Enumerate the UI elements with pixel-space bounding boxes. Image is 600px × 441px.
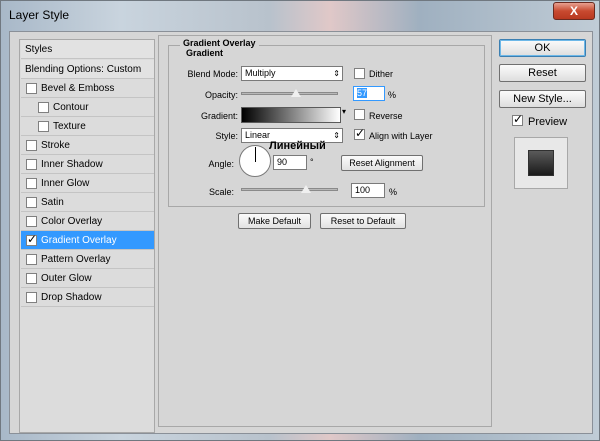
styles-list: Styles Blending Options: Custom Bevel & … bbox=[19, 39, 155, 433]
new-style-button[interactable]: New Style... bbox=[499, 90, 586, 108]
gradient-subtitle: Gradient bbox=[186, 48, 224, 58]
style-label: Style: bbox=[215, 131, 238, 141]
style-item-color-overlay[interactable]: Color Overlay bbox=[21, 212, 154, 231]
style-item-stroke[interactable]: Stroke bbox=[21, 136, 154, 155]
opacity-slider-track[interactable] bbox=[241, 92, 338, 95]
preview-checkbox[interactable] bbox=[512, 112, 523, 126]
style-item-checkbox[interactable] bbox=[26, 178, 37, 189]
make-default-button[interactable]: Make Default bbox=[238, 213, 311, 229]
style-item-label: Inner Glow bbox=[41, 178, 90, 189]
opacity-label: Opacity: bbox=[204, 90, 238, 100]
style-preview-swatch bbox=[528, 150, 554, 176]
close-button[interactable]: X bbox=[553, 2, 595, 20]
angle-dial[interactable] bbox=[239, 145, 271, 177]
style-item-checkbox[interactable] bbox=[26, 140, 37, 151]
style-item-outer-glow[interactable]: Outer Glow bbox=[21, 269, 154, 288]
style-item-drop-shadow[interactable]: Drop Shadow bbox=[21, 288, 154, 307]
scale-label: Scale: bbox=[208, 187, 234, 197]
dither-checkbox[interactable] bbox=[354, 68, 365, 79]
opacity-slider-thumb[interactable] bbox=[291, 89, 302, 97]
style-item-contour[interactable]: Contour bbox=[21, 98, 154, 117]
opacity-percent: % bbox=[388, 90, 397, 100]
style-item-label: Inner Shadow bbox=[41, 159, 103, 170]
chevron-updown-icon: ⇕ bbox=[333, 131, 340, 140]
style-item-checkbox[interactable] bbox=[26, 83, 37, 94]
style-item-texture[interactable]: Texture bbox=[21, 117, 154, 136]
scale-slider-track[interactable] bbox=[241, 188, 338, 191]
blending-options-item[interactable]: Blending Options: Custom bbox=[21, 60, 154, 79]
blend-mode-value: Multiply bbox=[245, 68, 276, 78]
style-item-label: Bevel & Emboss bbox=[41, 83, 115, 94]
linear-annotation: Линейный bbox=[269, 140, 326, 152]
style-item-label: Contour bbox=[53, 102, 89, 113]
gradient-dropdown-icon[interactable]: ▾ bbox=[342, 107, 346, 116]
gradient-label: Gradient: bbox=[200, 111, 238, 121]
group-title: Gradient Overlay bbox=[180, 38, 259, 48]
reverse-label: Reverse bbox=[369, 111, 403, 121]
dither-label: Dither bbox=[369, 69, 394, 79]
style-item-gradient-overlay[interactable]: Gradient Overlay bbox=[21, 231, 154, 250]
scale-slider-thumb[interactable] bbox=[300, 185, 311, 193]
style-item-inner-shadow[interactable]: Inner Shadow bbox=[21, 155, 154, 174]
style-item-checkbox[interactable] bbox=[38, 102, 49, 113]
styles-header-label: Styles bbox=[25, 44, 53, 55]
style-item-checkbox[interactable] bbox=[26, 197, 37, 208]
style-item-label: Gradient Overlay bbox=[41, 235, 117, 246]
blend-mode-select[interactable]: Multiply ⇕ bbox=[241, 66, 343, 81]
style-item-checkbox[interactable] bbox=[26, 292, 37, 303]
window-title: Layer Style bbox=[9, 8, 70, 22]
scale-percent: % bbox=[389, 187, 398, 197]
style-item-checkbox[interactable] bbox=[26, 254, 37, 265]
blend-mode-label: Blend Mode: bbox=[187, 69, 238, 79]
style-item-label: Stroke bbox=[41, 140, 70, 151]
preview-label: Preview bbox=[528, 116, 568, 128]
style-item-checkbox[interactable] bbox=[38, 121, 49, 132]
opacity-input[interactable]: 57 bbox=[353, 86, 385, 101]
gradient-preview-bar[interactable] bbox=[241, 107, 341, 123]
style-item-label: Texture bbox=[53, 121, 86, 132]
styles-header-item[interactable]: Styles bbox=[21, 40, 154, 59]
style-preview-box bbox=[514, 137, 568, 189]
reset-button[interactable]: Reset bbox=[499, 64, 586, 82]
align-with-layer-label: Align with Layer bbox=[369, 131, 433, 141]
style-item-label: Outer Glow bbox=[41, 273, 92, 284]
style-item-label: Drop Shadow bbox=[41, 292, 102, 303]
angle-value: 90 bbox=[277, 157, 288, 167]
style-item-label: Color Overlay bbox=[41, 216, 103, 227]
reverse-checkbox[interactable] bbox=[354, 109, 365, 120]
opacity-value: 57 bbox=[357, 88, 368, 98]
scale-value: 100 bbox=[355, 185, 371, 195]
style-item-checkbox[interactable] bbox=[26, 273, 37, 284]
style-item-label: Satin bbox=[41, 197, 64, 208]
reset-to-default-button[interactable]: Reset to Default bbox=[320, 213, 406, 229]
style-item-satin[interactable]: Satin bbox=[21, 193, 154, 212]
dialog-body: Styles Blending Options: Custom Bevel & … bbox=[9, 31, 593, 434]
style-item-pattern-overlay[interactable]: Pattern Overlay bbox=[21, 250, 154, 269]
ok-button[interactable]: OK bbox=[499, 39, 586, 57]
style-item-label: Pattern Overlay bbox=[41, 254, 111, 265]
style-item-checkbox[interactable] bbox=[26, 159, 37, 170]
scale-input[interactable]: 100 bbox=[351, 183, 385, 198]
align-with-layer-checkbox[interactable] bbox=[354, 126, 365, 140]
angle-label: Angle: bbox=[208, 159, 234, 169]
style-item-bevel-emboss[interactable]: Bevel & Emboss bbox=[21, 79, 154, 98]
angle-input[interactable]: 90 bbox=[273, 155, 307, 170]
style-value: Linear bbox=[245, 130, 271, 140]
reset-alignment-button[interactable]: Reset Alignment bbox=[341, 155, 423, 171]
layer-style-window: Layer Style X Styles Blending Options: C… bbox=[0, 0, 600, 441]
title-bar[interactable]: Layer Style X bbox=[1, 1, 600, 31]
style-item-checkbox[interactable] bbox=[26, 232, 37, 246]
blending-options-label: Blending Options: Custom bbox=[25, 64, 142, 75]
style-item-inner-glow[interactable]: Inner Glow bbox=[21, 174, 154, 193]
angle-indicator bbox=[255, 147, 256, 162]
style-item-checkbox[interactable] bbox=[26, 216, 37, 227]
angle-degree: ° bbox=[310, 157, 314, 167]
chevron-updown-icon: ⇕ bbox=[333, 69, 340, 78]
